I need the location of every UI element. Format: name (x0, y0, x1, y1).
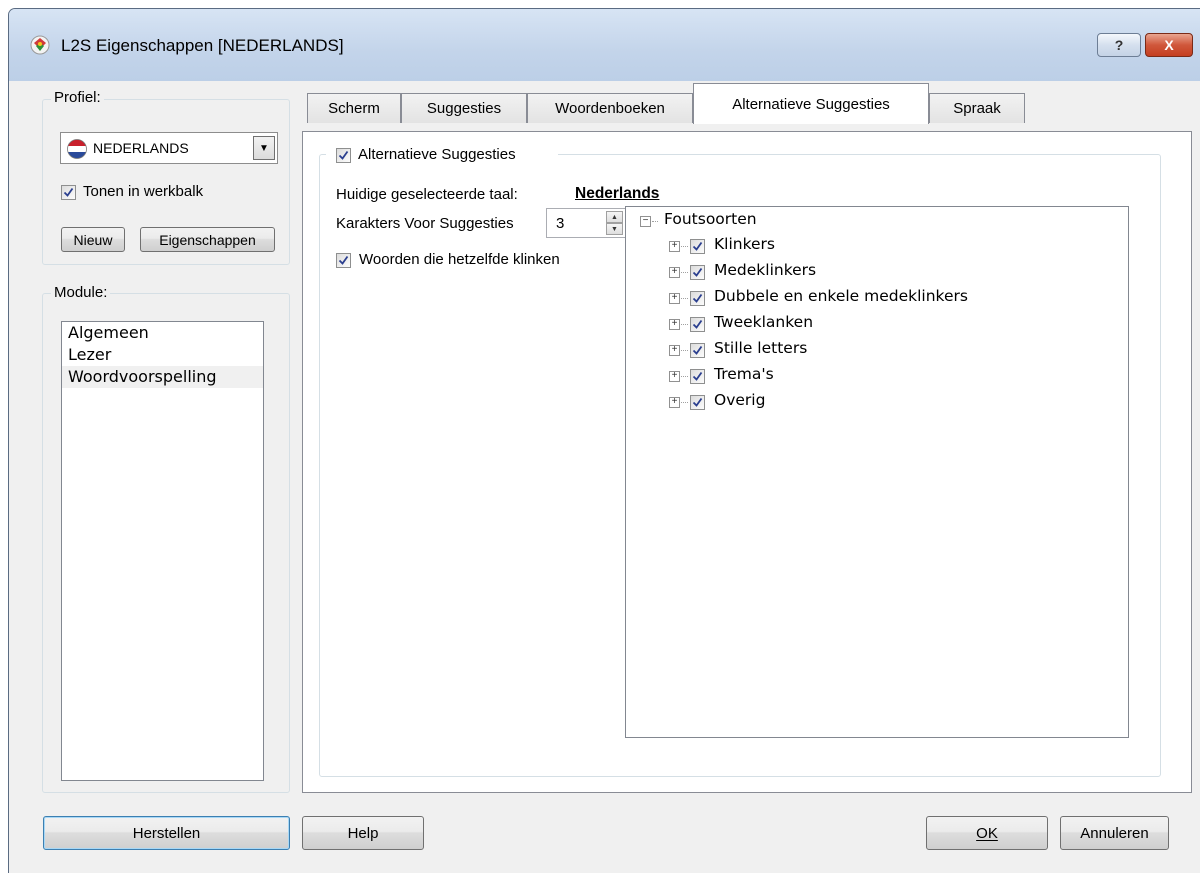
dialog-window: L2S Eigenschappen [NEDERLANDS] ? X Profi… (8, 8, 1200, 873)
tree-connector (681, 246, 688, 247)
error-type-tree[interactable]: − Foutsoorten + Klinkers + Medeklinkers … (625, 206, 1129, 738)
checkmark-icon (63, 187, 74, 197)
show-in-toolbar-checkbox[interactable] (61, 185, 76, 200)
checkmark-icon (692, 345, 703, 355)
app-icon (30, 35, 50, 55)
tree-node-label: Medeklinkers (714, 261, 817, 279)
module-list[interactable]: Algemeen Lezer Woordvoorspelling (61, 321, 264, 781)
profile-group-label: Profiel: (51, 89, 104, 106)
tree-checkbox[interactable] (690, 369, 705, 384)
tree-connector (681, 376, 688, 377)
title-help-button[interactable]: ? (1097, 33, 1141, 57)
tree-connector (681, 350, 688, 351)
module-group-label: Module: (51, 284, 111, 301)
chevron-down-icon[interactable]: ▼ (253, 136, 275, 160)
tree-connector (681, 298, 688, 299)
alt-suggestions-label: Alternatieve Suggesties (358, 146, 516, 163)
expand-icon[interactable]: + (669, 293, 680, 304)
expand-icon[interactable]: + (669, 267, 680, 278)
alt-suggestions-checkbox[interactable] (336, 148, 351, 163)
tree-root-label: Foutsoorten (664, 210, 757, 228)
tab-panel: Alternatieve Suggesties Huidige geselect… (302, 131, 1192, 793)
tree-checkbox[interactable] (690, 343, 705, 358)
dialog-client: Profiel: NEDERLANDS ▼ Tonen in werkbalk … (9, 81, 1200, 873)
profile-properties-button[interactable]: Eigenschappen (140, 227, 275, 252)
sound-alike-label: Woorden die hetzelfde klinken (359, 251, 560, 268)
checkmark-icon (692, 267, 703, 277)
restore-button[interactable]: Herstellen (43, 816, 290, 850)
tree-node-label: Trema's (714, 365, 774, 383)
tree-connector (681, 272, 688, 273)
current-language-label: Huidige geselecteerde taal: (336, 186, 518, 203)
chars-label: Karakters Voor Suggesties (336, 215, 514, 232)
chars-stepper[interactable]: 3 ▲ ▼ (546, 208, 626, 238)
tree-node-label: Klinkers (714, 235, 776, 253)
tab-alternatieve-suggesties[interactable]: Alternatieve Suggesties (693, 83, 929, 124)
checkmark-icon (692, 293, 703, 303)
expand-icon[interactable]: + (669, 371, 680, 382)
tree-node-label: Overig (714, 391, 766, 409)
profile-select-value: NEDERLANDS (93, 140, 189, 156)
new-profile-button[interactable]: Nieuw (61, 227, 125, 252)
window-title: L2S Eigenschappen [NEDERLANDS] (61, 36, 344, 55)
cancel-button[interactable]: Annuleren (1060, 816, 1169, 850)
checkmark-icon (338, 255, 349, 265)
help-button[interactable]: Help (302, 816, 424, 850)
tree-node-label: Tweeklanken (714, 313, 814, 331)
stepper-down-icon[interactable]: ▼ (606, 223, 623, 235)
module-item-lezer[interactable]: Lezer (62, 344, 263, 366)
dutch-flag-icon (67, 139, 87, 159)
tree-node-label: Stille letters (714, 339, 808, 357)
checkmark-icon (692, 397, 703, 407)
collapse-icon[interactable]: − (640, 216, 651, 227)
current-language-value: Nederlands (575, 185, 660, 202)
tree-checkbox[interactable] (690, 239, 705, 254)
tree-connector (681, 324, 688, 325)
tree-checkbox[interactable] (690, 291, 705, 306)
expand-icon[interactable]: + (669, 241, 680, 252)
close-icon: X (1164, 37, 1174, 53)
module-item-woordvoorspelling[interactable]: Woordvoorspelling (62, 366, 263, 388)
checkmark-icon (692, 319, 703, 329)
tab-suggesties[interactable]: Suggesties (401, 93, 527, 123)
tree-connector (681, 402, 688, 403)
chars-stepper-buttons: ▲ ▼ (606, 211, 623, 235)
help-icon: ? (1114, 37, 1124, 53)
checkmark-icon (692, 241, 703, 251)
tree-connector (652, 221, 658, 222)
tree-checkbox[interactable] (690, 265, 705, 280)
sound-alike-checkbox[interactable] (336, 253, 351, 268)
expand-icon[interactable]: + (669, 345, 680, 356)
tree-checkbox[interactable] (690, 317, 705, 332)
expand-icon[interactable]: + (669, 397, 680, 408)
checkmark-icon (692, 371, 703, 381)
expand-icon[interactable]: + (669, 319, 680, 330)
tab-scherm[interactable]: Scherm (307, 93, 401, 123)
title-close-button[interactable]: X (1145, 33, 1193, 57)
module-item-algemeen[interactable]: Algemeen (62, 322, 263, 344)
checkmark-icon (338, 150, 349, 160)
profile-select[interactable]: NEDERLANDS ▼ (60, 132, 278, 164)
stepper-up-icon[interactable]: ▲ (606, 211, 623, 223)
tab-woordenboeken[interactable]: Woordenboeken (527, 93, 693, 123)
tab-spraak[interactable]: Spraak (929, 93, 1025, 123)
ok-button-label: OK (976, 824, 998, 842)
ok-button[interactable]: OK (926, 816, 1048, 850)
tree-node-label: Dubbele en enkele medeklinkers (714, 287, 968, 305)
tree-checkbox[interactable] (690, 395, 705, 410)
chars-value: 3 (556, 215, 565, 232)
title-bar[interactable]: L2S Eigenschappen [NEDERLANDS] ? X (9, 9, 1200, 81)
show-in-toolbar-label: Tonen in werkbalk (83, 183, 204, 200)
